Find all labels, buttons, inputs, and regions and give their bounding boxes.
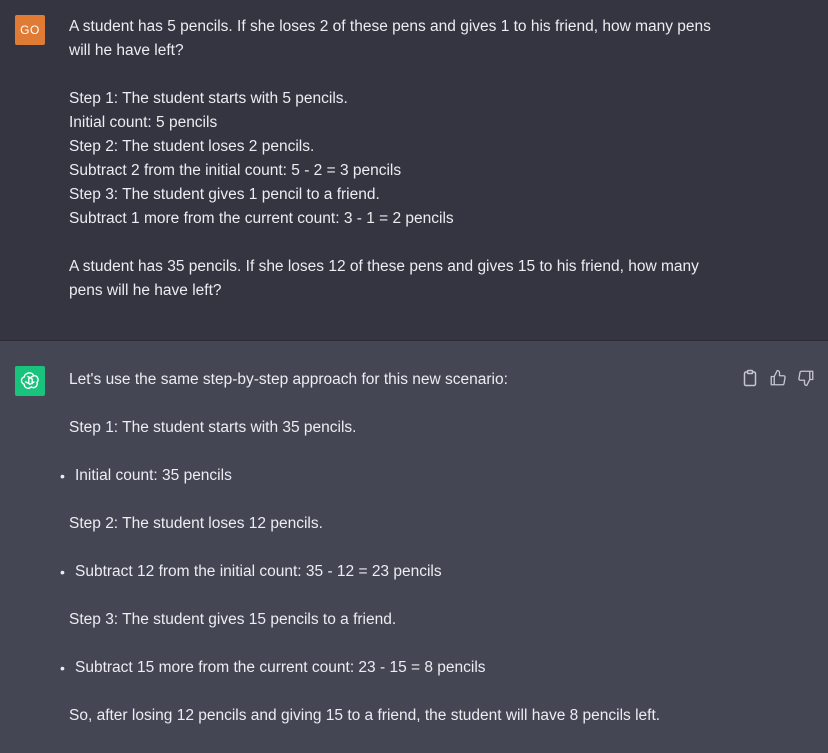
user-line: A student has 35 pencils. If she loses 1…: [69, 258, 699, 275]
list-item: • Subtract 12 from the initial count: 35…: [60, 560, 719, 584]
bullet-text: Subtract 12 from the initial count: 35 -…: [75, 563, 442, 580]
step-1-text: Step 1: The student starts with 35 penci…: [69, 419, 357, 436]
bullet-icon: •: [60, 468, 65, 484]
bullet-text: Subtract 15 more from the current count:…: [75, 659, 486, 676]
user-line: Step 3: The student gives 1 pencil to a …: [69, 186, 380, 203]
openai-logo-icon: [20, 372, 39, 389]
user-line: Step 2: The student loses 2 pencils.: [69, 138, 315, 155]
user-line: pens will he have left?: [69, 282, 222, 299]
user-line: Subtract 1 more from the current count: …: [69, 210, 454, 227]
user-line: Initial count: 5 pencils: [69, 114, 218, 131]
bullet-icon: •: [60, 660, 65, 676]
message-actions: [740, 368, 816, 388]
assistant-message-text: Let's use the same step-by-step approach…: [60, 368, 719, 752]
thumbs-down-button[interactable]: [796, 368, 816, 388]
user-line: A student has 5 pencils. If she loses 2 …: [69, 18, 711, 35]
bullet-text: Initial count: 35 pencils: [75, 467, 232, 484]
assistant-message: Let's use the same step-by-step approach…: [0, 341, 828, 753]
user-message-text: A student has 5 pencils. If she loses 2 …: [69, 15, 749, 303]
thumbs-up-button[interactable]: [768, 368, 788, 388]
intro-text: Let's use the same step-by-step approach…: [69, 371, 508, 388]
assistant-avatar: [15, 366, 45, 396]
thumbs-down-icon: [798, 370, 814, 387]
step-3-text: Step 3: The student gives 15 pencils to …: [69, 611, 397, 628]
copy-button[interactable]: [740, 368, 760, 388]
thumbs-up-icon: [770, 369, 786, 386]
conclusion-text: So, after losing 12 pencils and giving 1…: [69, 707, 661, 724]
list-item: • Initial count: 35 pencils: [60, 464, 719, 488]
list-item: • Subtract 15 more from the current coun…: [60, 656, 719, 680]
bullet-icon: •: [60, 564, 65, 580]
user-line: will he have left?: [69, 42, 184, 59]
user-line: Step 1: The student starts with 5 pencil…: [69, 90, 348, 107]
user-line: Subtract 2 from the initial count: 5 - 2…: [69, 162, 402, 179]
user-avatar: GO: [15, 15, 45, 45]
clipboard-icon: [743, 369, 757, 387]
user-message: GO A student has 5 pencils. If she loses…: [0, 0, 828, 341]
step-2-text: Step 2: The student loses 12 pencils.: [69, 515, 323, 532]
